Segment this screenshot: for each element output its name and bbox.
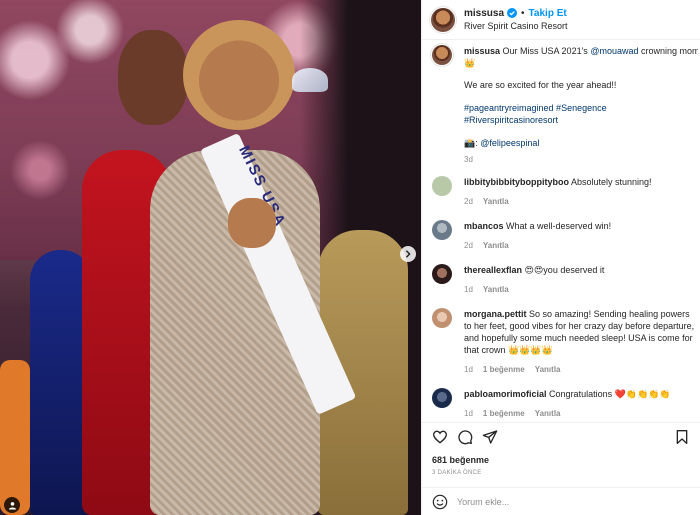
- avatar[interactable]: [432, 220, 452, 240]
- comment-age: 1d: [464, 409, 473, 418]
- post-photo[interactable]: MISS USA: [0, 0, 421, 515]
- avatar[interactable]: [432, 45, 452, 65]
- post-header: missusa • Takip Et River Spirit Casino R…: [422, 0, 700, 40]
- comment-age: 2d: [464, 241, 473, 250]
- avatar[interactable]: [432, 388, 452, 408]
- caption-text-after: crowning momen: [641, 46, 698, 56]
- reply-button[interactable]: Yanıtla: [535, 408, 561, 420]
- comment-username[interactable]: pabloamorimoficial: [464, 389, 547, 399]
- comment-age: 1d: [464, 285, 473, 294]
- chevron-right-icon: [405, 250, 411, 258]
- user-tag-icon: [8, 501, 16, 510]
- comment-likes[interactable]: 1 beğenme: [483, 364, 525, 376]
- instagram-post: MISS USA missusa • Takip Et River Spirit…: [0, 0, 700, 515]
- caption-line2: We are so excited for the year ahead!!: [464, 80, 617, 90]
- reply-button[interactable]: Yanıtla: [483, 284, 509, 296]
- avatar[interactable]: [431, 7, 455, 32]
- caption: missusa Our Miss USA 2021's @mouawad cro…: [432, 45, 700, 166]
- comment-item: mbancos What a well-deserved win! 2d Yan…: [432, 220, 700, 252]
- likes-count[interactable]: 681 beğenme: [432, 455, 489, 465]
- comment-age: 1d: [464, 365, 473, 374]
- emoji-icon[interactable]: [432, 494, 448, 510]
- post-username[interactable]: missusa: [464, 7, 504, 20]
- next-photo-button[interactable]: [400, 246, 416, 262]
- comment-text: 😍😍you deserved it: [524, 265, 605, 275]
- heart-icon[interactable]: [432, 429, 448, 445]
- avatar[interactable]: [432, 308, 452, 328]
- comments-list: missusa Our Miss USA 2021's @mouawad cro…: [422, 40, 700, 422]
- avatar[interactable]: [432, 176, 452, 196]
- reply-button[interactable]: Yanıtla: [483, 240, 509, 252]
- comment-username[interactable]: morgana.pettit: [464, 309, 527, 319]
- crown: [292, 68, 328, 92]
- caption-username[interactable]: missusa: [464, 46, 500, 56]
- camera-emoji: 📸:: [464, 138, 478, 148]
- separator-dot: •: [521, 7, 525, 19]
- post-sidebar: missusa • Takip Et River Spirit Casino R…: [421, 0, 700, 515]
- caption-text: Our Miss USA 2021's: [502, 46, 588, 56]
- comment-text: Congratulations ❤️👏👏👏👏: [549, 389, 671, 399]
- add-comment-bar: [422, 487, 700, 515]
- verified-badge-icon: [507, 8, 518, 18]
- share-icon[interactable]: [482, 429, 498, 445]
- comment-icon[interactable]: [457, 429, 473, 445]
- post-location[interactable]: River Spirit Casino Resort: [464, 20, 568, 33]
- comment-input[interactable]: [457, 497, 657, 507]
- contestant-orange: [0, 360, 30, 515]
- caption-hashtags[interactable]: #pageantryreimagined #Senegence #Riversp…: [464, 102, 698, 126]
- comment-text: Absolutely stunning!: [571, 177, 652, 187]
- comment-likes[interactable]: 1 beğenme: [483, 408, 525, 420]
- crowning-woman-head: [118, 30, 188, 125]
- caption-emoji: 👑: [464, 58, 476, 68]
- comment-item: libbitybibbityboppityboo Absolutely stun…: [432, 176, 700, 208]
- comment-username[interactable]: thereallexflan: [464, 265, 522, 275]
- winner-hand: [228, 198, 276, 248]
- comment-item: pabloamorimoficial Congratulations ❤️👏👏👏…: [432, 388, 700, 420]
- comment-username[interactable]: libbitybibbityboppityboo: [464, 177, 569, 187]
- tagged-users-button[interactable]: [4, 497, 20, 513]
- comment-item: morgana.pettit So so amazing! Sending he…: [432, 308, 700, 376]
- bookmark-icon[interactable]: [674, 429, 690, 445]
- comment-item: thereallexflan 😍😍you deserved it 1d Yanı…: [432, 264, 700, 296]
- comment-age: 2d: [464, 197, 473, 206]
- reply-button[interactable]: Yanıtla: [535, 364, 561, 376]
- avatar[interactable]: [432, 264, 452, 284]
- winner-head: [183, 20, 295, 130]
- photographer-mention[interactable]: @felipeespinal: [480, 138, 539, 148]
- caption-mention[interactable]: @mouawad: [590, 46, 638, 56]
- comment-text: What a well-deserved win!: [506, 221, 612, 231]
- reply-button[interactable]: Yanıtla: [483, 196, 509, 208]
- follow-button[interactable]: Takip Et: [529, 7, 567, 20]
- post-timestamp: 3 DAKİKA ÖNCE: [432, 470, 482, 476]
- caption-age: 3d: [464, 155, 473, 164]
- comment-username[interactable]: mbancos: [464, 221, 504, 231]
- post-actions: 681 beğenme 3 DAKİKA ÖNCE: [422, 422, 700, 515]
